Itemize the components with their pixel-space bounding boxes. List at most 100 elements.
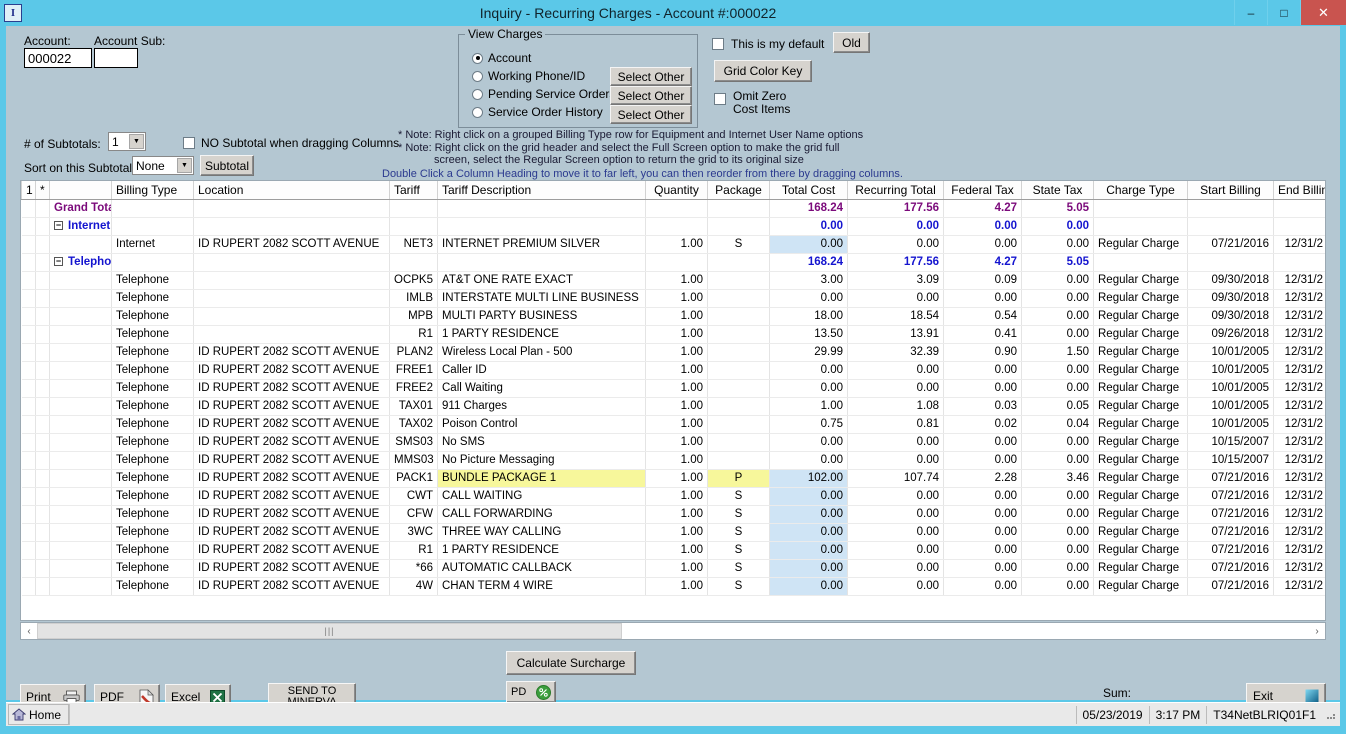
cell-start-billing[interactable]: 09/30/2018: [1187, 271, 1274, 290]
cell-state-tax[interactable]: 0.00: [1021, 379, 1094, 398]
cell-tariff[interactable]: *66: [389, 559, 438, 578]
cell-end-billing[interactable]: 12/31/2: [1273, 487, 1325, 506]
cell-federal-tax[interactable]: 4.27: [943, 253, 1022, 272]
cell-start-billing[interactable]: 10/01/2005: [1187, 379, 1274, 398]
row-selector-cell[interactable]: [49, 577, 112, 596]
cell-package[interactable]: [707, 307, 770, 326]
subtotal-button[interactable]: Subtotal: [200, 155, 254, 176]
cell-package[interactable]: [707, 415, 770, 434]
cell-charge-type[interactable]: Regular Charge: [1093, 433, 1188, 452]
cell-billing-type[interactable]: Telephone: [111, 289, 194, 308]
cell-quantity[interactable]: 1.00: [645, 505, 708, 524]
cell-federal-tax[interactable]: 0.00: [943, 559, 1022, 578]
cell-package[interactable]: P: [707, 469, 770, 488]
cell-state-tax[interactable]: 0.00: [1021, 325, 1094, 344]
cell-end-billing[interactable]: 12/31/2: [1273, 577, 1325, 596]
cell-tariff[interactable]: R1: [389, 541, 438, 560]
table-row[interactable]: Telephone ID RUPERT 2082 SCOTT AVENUE 3WC T…: [21, 523, 1325, 542]
cell-tariff-description[interactable]: BUNDLE PACKAGE 1: [437, 469, 646, 488]
cell-federal-tax[interactable]: 0.54: [943, 307, 1022, 326]
row-selector-cell[interactable]: [49, 559, 112, 578]
cell-recurring-total[interactable]: 107.74: [847, 469, 944, 488]
row-selector-cell[interactable]: [49, 325, 112, 344]
cell-state-tax[interactable]: 0.00: [1021, 559, 1094, 578]
subtotal-row[interactable]: −Telephone 168.24177.564.275.05: [21, 253, 1325, 272]
cell-tariff-description[interactable]: MULTI PARTY BUSINESS: [437, 307, 646, 326]
cell-quantity[interactable]: 1.00: [645, 271, 708, 290]
cell-total-cost[interactable]: 0.00: [769, 379, 848, 398]
cell-recurring-total[interactable]: 0.00: [847, 487, 944, 506]
row-selector-cell[interactable]: [49, 541, 112, 560]
cell-charge-type[interactable]: Regular Charge: [1093, 523, 1188, 542]
cell-quantity[interactable]: 1.00: [645, 523, 708, 542]
cell-tariff[interactable]: R1: [389, 325, 438, 344]
column-header-package[interactable]: Package: [707, 181, 770, 200]
cell-end-billing[interactable]: 12/31/2: [1273, 361, 1325, 380]
cell-state-tax[interactable]: 5.05: [1021, 253, 1094, 272]
cell-federal-tax[interactable]: 2.28: [943, 469, 1022, 488]
cell-charge-type[interactable]: Regular Charge: [1093, 451, 1188, 470]
cell-start-billing[interactable]: 09/30/2018: [1187, 289, 1274, 308]
cell-location[interactable]: ID RUPERT 2082 SCOTT AVENUE: [193, 343, 390, 362]
cell-location[interactable]: ID RUPERT 2082 SCOTT AVENUE: [193, 559, 390, 578]
table-row[interactable]: Telephone ID RUPERT 2082 SCOTT AVENUE SMS0…: [21, 433, 1325, 452]
cell-quantity[interactable]: 1.00: [645, 577, 708, 596]
radio-service-order-history[interactable]: Service Order History: [472, 105, 603, 119]
table-row[interactable]: Telephone ID RUPERT 2082 SCOTT AVENUE CFW C…: [21, 505, 1325, 524]
cell-billing-type[interactable]: Telephone: [111, 361, 194, 380]
column-header-blank-2[interactable]: [49, 181, 112, 200]
cell-recurring-total[interactable]: 0.00: [847, 451, 944, 470]
cell-state-tax[interactable]: 0.00: [1021, 577, 1094, 596]
cell-tariff-description[interactable]: CALL FORWARDING: [437, 505, 646, 524]
column-header--[interactable]: *: [35, 181, 50, 200]
cell-end-billing[interactable]: 12/31/2: [1273, 433, 1325, 452]
cell-end-billing[interactable]: 12/31/2: [1273, 289, 1325, 308]
cell-federal-tax[interactable]: 0.02: [943, 415, 1022, 434]
cell-package[interactable]: [707, 379, 770, 398]
row-selector-cell[interactable]: [49, 361, 112, 380]
cell-tariff-description[interactable]: AUTOMATIC CALLBACK: [437, 559, 646, 578]
cell-start-billing[interactable]: [1187, 199, 1274, 218]
table-row[interactable]: Internet ID RUPERT 2082 SCOTT AVENUE NET3 I…: [21, 234, 1325, 254]
table-row[interactable]: Telephone ID RUPERT 2082 SCOTT AVENUE TAX0…: [21, 415, 1325, 434]
cell-package[interactable]: S: [707, 505, 770, 524]
cell-package[interactable]: [707, 217, 770, 236]
cell-location[interactable]: ID RUPERT 2082 SCOTT AVENUE: [193, 379, 390, 398]
cell-end-billing[interactable]: 12/31/2: [1273, 325, 1325, 344]
cell-tariff[interactable]: SMS03: [389, 433, 438, 452]
cell-charge-type[interactable]: Regular Charge: [1093, 487, 1188, 506]
cell-federal-tax[interactable]: 0.00: [943, 523, 1022, 542]
cell-tariff-description[interactable]: 911 Charges: [437, 397, 646, 416]
cell-location[interactable]: [193, 307, 390, 326]
cell-package[interactable]: [707, 253, 770, 272]
cell-charge-type[interactable]: Regular Charge: [1093, 559, 1188, 578]
cell-end-billing[interactable]: 12/31/2: [1273, 307, 1325, 326]
cell-recurring-total[interactable]: 0.00: [847, 559, 944, 578]
cell-tariff-description[interactable]: Wireless Local Plan - 500: [437, 343, 646, 362]
cell-start-billing[interactable]: 10/15/2007: [1187, 451, 1274, 470]
cell-package[interactable]: S: [707, 235, 770, 254]
table-row[interactable]: Telephone R1 1 PARTY RESIDENCE 1.00 13.50 13.…: [21, 325, 1325, 344]
close-icon[interactable]: ✕: [1300, 0, 1346, 25]
cell-location[interactable]: ID RUPERT 2082 SCOTT AVENUE: [193, 397, 390, 416]
cell-federal-tax[interactable]: 0.41: [943, 325, 1022, 344]
cell-total-cost[interactable]: 29.99: [769, 343, 848, 362]
column-header-end-billing[interactable]: End Billing: [1273, 181, 1325, 200]
column-header-location[interactable]: Location: [193, 181, 390, 200]
table-row[interactable]: Telephone ID RUPERT 2082 SCOTT AVENUE PACK…: [21, 469, 1325, 488]
cell-package[interactable]: S: [707, 577, 770, 596]
cell-tariff-description[interactable]: Caller ID: [437, 361, 646, 380]
cell-state-tax[interactable]: 5.05: [1021, 199, 1094, 218]
cell-recurring-total[interactable]: 0.00: [847, 289, 944, 308]
cell-location[interactable]: ID RUPERT 2082 SCOTT AVENUE: [193, 541, 390, 560]
scrollbar-thumb[interactable]: |||: [37, 623, 622, 639]
group-label-cell[interactable]: Grand Total: [49, 199, 112, 218]
cell-state-tax[interactable]: 0.04: [1021, 415, 1094, 434]
cell-recurring-total[interactable]: 0.00: [847, 577, 944, 596]
cell-package[interactable]: S: [707, 523, 770, 542]
subtotals-count-select[interactable]: 1 ▼: [108, 132, 146, 151]
cell-state-tax[interactable]: 0.00: [1021, 523, 1094, 542]
cell-tariff[interactable]: PACK1: [389, 469, 438, 488]
cell-charge-type[interactable]: Regular Charge: [1093, 415, 1188, 434]
row-selector-cell[interactable]: [49, 487, 112, 506]
